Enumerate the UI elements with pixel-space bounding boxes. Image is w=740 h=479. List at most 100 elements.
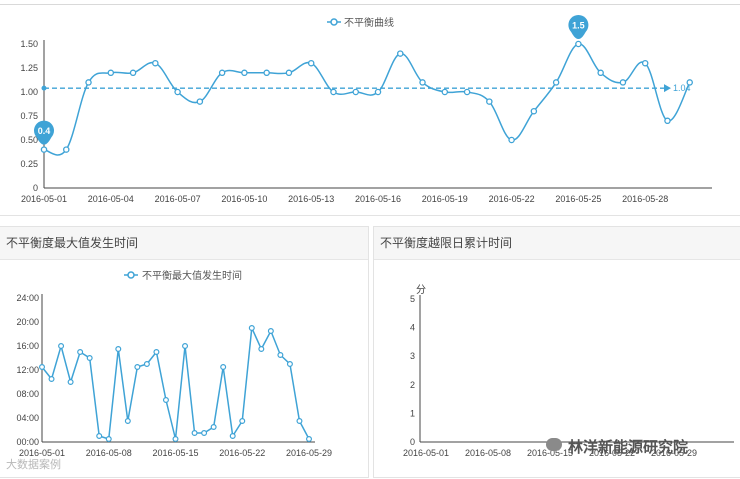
x-tick-label: 2016-05-25 [555, 194, 601, 204]
x-tick-label: 2016-05-22 [219, 448, 265, 458]
data-point [441, 88, 449, 96]
top-legend[interactable]: 不平衡曲线 [327, 16, 394, 29]
wechat-icon [546, 438, 562, 451]
data-point [40, 146, 48, 153]
y-tick-label: 00:00 [16, 437, 39, 447]
data-point [58, 342, 65, 349]
max-time-panel: 不平衡度最大值发生时间 不平衡最大值发生时间 00:00 04:00 08:00 12… [0, 226, 369, 478]
x-tick-label: 2016-05-04 [88, 194, 134, 204]
data-point [201, 430, 208, 437]
data-point [124, 418, 131, 425]
imbalance-curve-chart: 不平衡曲线 0 0.25 0.50 0.75 1.00 1.25 1.50 2016-05-0… [20, 15, 712, 204]
data-point [191, 430, 198, 437]
data-point [182, 342, 189, 349]
data-point [419, 79, 426, 86]
data-point [552, 79, 560, 86]
data-point [641, 59, 649, 67]
data-point [258, 345, 265, 352]
imbalance-curve-panel: 不平衡曲线 0 0.25 0.50 0.75 1.00 1.25 1.50 2016-05-0… [0, 4, 740, 216]
data-point [463, 88, 471, 96]
data-point [85, 79, 92, 86]
data-point [575, 40, 582, 48]
x-tick-label: 2016-05-19 [422, 194, 468, 204]
data-point [196, 98, 204, 105]
data-point [286, 361, 293, 368]
average-line-arrow [664, 84, 671, 93]
data-point [48, 376, 55, 383]
data-point [597, 69, 604, 77]
data-point [153, 348, 160, 355]
y-tick-label: 1 [410, 408, 415, 418]
x-tick-label: 2016-05-08 [465, 448, 511, 458]
data-point [105, 436, 112, 443]
data-point [67, 379, 74, 386]
data-point [241, 69, 248, 77]
data-point [267, 327, 274, 334]
max-marker-label: 1.5 [572, 21, 585, 31]
data-point [296, 418, 303, 425]
average-line-start [41, 85, 47, 91]
y-tick-label: 5 [410, 294, 415, 304]
y-tick-label: 0 [33, 183, 38, 193]
data-point [220, 364, 227, 371]
left-legend[interactable]: 不平衡最大值发生时间 [124, 269, 242, 282]
x-tick-label: 2016-05-07 [155, 194, 201, 204]
y-tick-label: 04:00 [16, 413, 39, 423]
data-point [285, 69, 293, 77]
x-tick-label: 2016-05-29 [286, 448, 332, 458]
y-tick-label: 3 [410, 351, 415, 361]
data-point [664, 117, 671, 125]
data-point [239, 418, 246, 425]
y-tick-label: 0 [410, 437, 415, 447]
x-tick-label: 2016-05-10 [221, 194, 267, 204]
y-tick-label: 1.50 [20, 39, 38, 49]
data-point [374, 88, 382, 96]
y-tick-label: 0.50 [20, 135, 38, 145]
y-tick-label: 2 [410, 380, 415, 390]
data-point [307, 59, 315, 67]
x-tick-label: 2016-05-28 [622, 194, 668, 204]
data-point [352, 88, 359, 96]
y-tick-label: 4 [410, 323, 415, 333]
series-line [43, 43, 691, 156]
data-point [210, 424, 217, 431]
y-tick-label: 16:00 [16, 341, 39, 351]
data-point [218, 69, 226, 77]
watermark-left: 大数据案例 [6, 459, 61, 471]
legend-marker-swatch [127, 271, 135, 279]
data-point [96, 433, 103, 440]
data-point [63, 146, 70, 153]
data-point [143, 361, 150, 368]
data-point [229, 433, 236, 440]
left-legend-label: 不平衡最大值发生时间 [142, 269, 242, 282]
y-tick-label: 12:00 [16, 365, 39, 375]
y-tick-label: 20:00 [16, 317, 39, 327]
max-time-chart: 不平衡最大值发生时间 00:00 04:00 08:00 12:00 16:00 20:0… [16, 269, 332, 458]
y-tick-label: 08:00 [16, 389, 39, 399]
data-point [107, 69, 115, 77]
x-tick-label: 2016-05-01 [21, 194, 67, 204]
data-point [162, 397, 169, 404]
data-point [486, 98, 493, 105]
data-point [77, 348, 84, 355]
data-point [129, 69, 137, 77]
data-point [248, 324, 255, 331]
data-point [530, 107, 538, 115]
data-point [174, 88, 181, 96]
data-point [508, 136, 515, 144]
top-legend-label: 不平衡曲线 [344, 16, 394, 29]
data-point [86, 355, 93, 362]
data-point [263, 69, 270, 77]
y-tick-label: 0.25 [20, 159, 38, 169]
data-point [397, 50, 404, 57]
y-tick-label: 1.25 [20, 63, 38, 73]
x-tick-label: 2016-05-13 [288, 194, 334, 204]
data-point [134, 364, 141, 371]
x-tick-label: 2016-05-08 [86, 448, 132, 458]
y-tick-label: 1.00 [20, 87, 38, 97]
data-point [686, 79, 693, 86]
legend-marker-swatch [330, 18, 338, 26]
data-point [330, 88, 337, 96]
data-point [619, 79, 627, 86]
y-tick-label: 24:00 [16, 293, 39, 303]
